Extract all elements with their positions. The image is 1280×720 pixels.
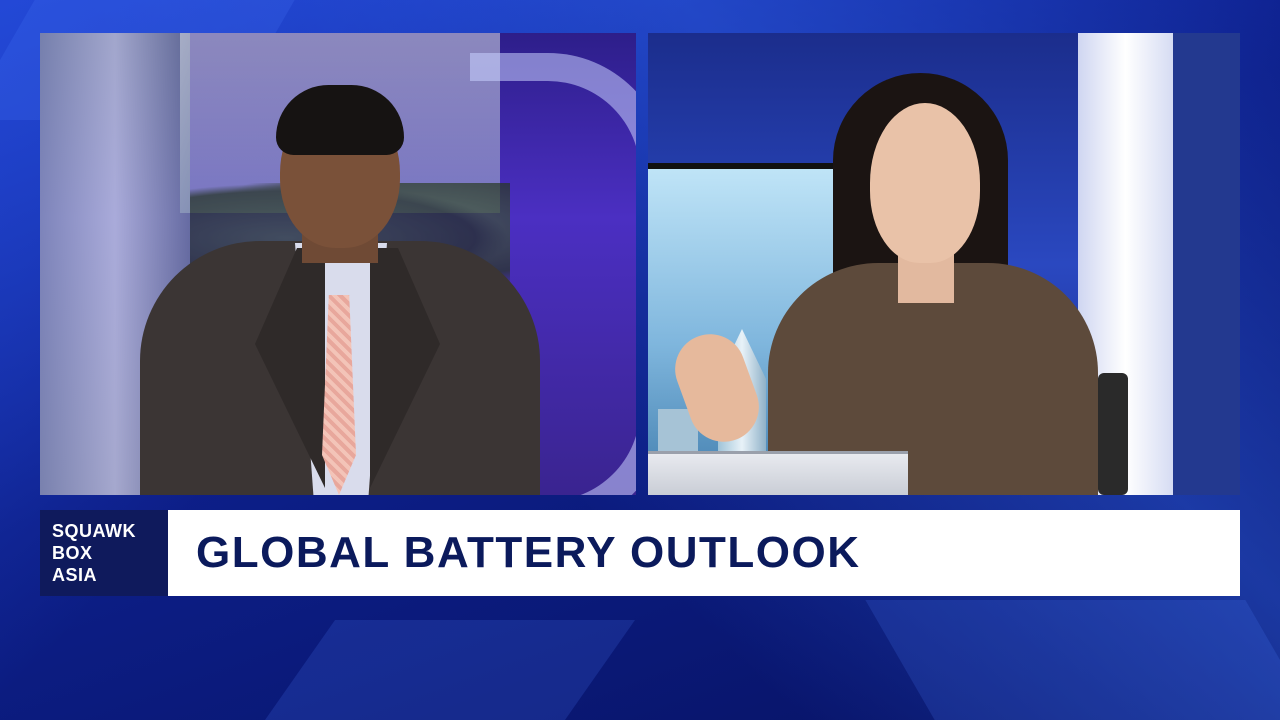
laptop [648, 451, 908, 495]
show-name-line1: SQUAWK [52, 521, 136, 541]
show-name: SQUAWK BOX ASIA [52, 520, 136, 586]
studio-wall-dark [1173, 33, 1240, 495]
anchor-chair [1098, 373, 1128, 495]
show-logo: SQUAWK BOX ASIA [40, 510, 168, 596]
anchor-face [870, 103, 980, 263]
background-facet [264, 620, 636, 720]
show-name-line2: BOX [52, 543, 93, 563]
guest-video-panel [40, 33, 636, 495]
anchor-video-panel [648, 33, 1240, 495]
headline-bar: GLOBAL BATTERY OUTLOOK [168, 510, 1240, 596]
show-name-line3: ASIA [52, 565, 98, 585]
headline-text: GLOBAL BATTERY OUTLOOK [196, 528, 861, 577]
background-facet [865, 600, 1280, 720]
